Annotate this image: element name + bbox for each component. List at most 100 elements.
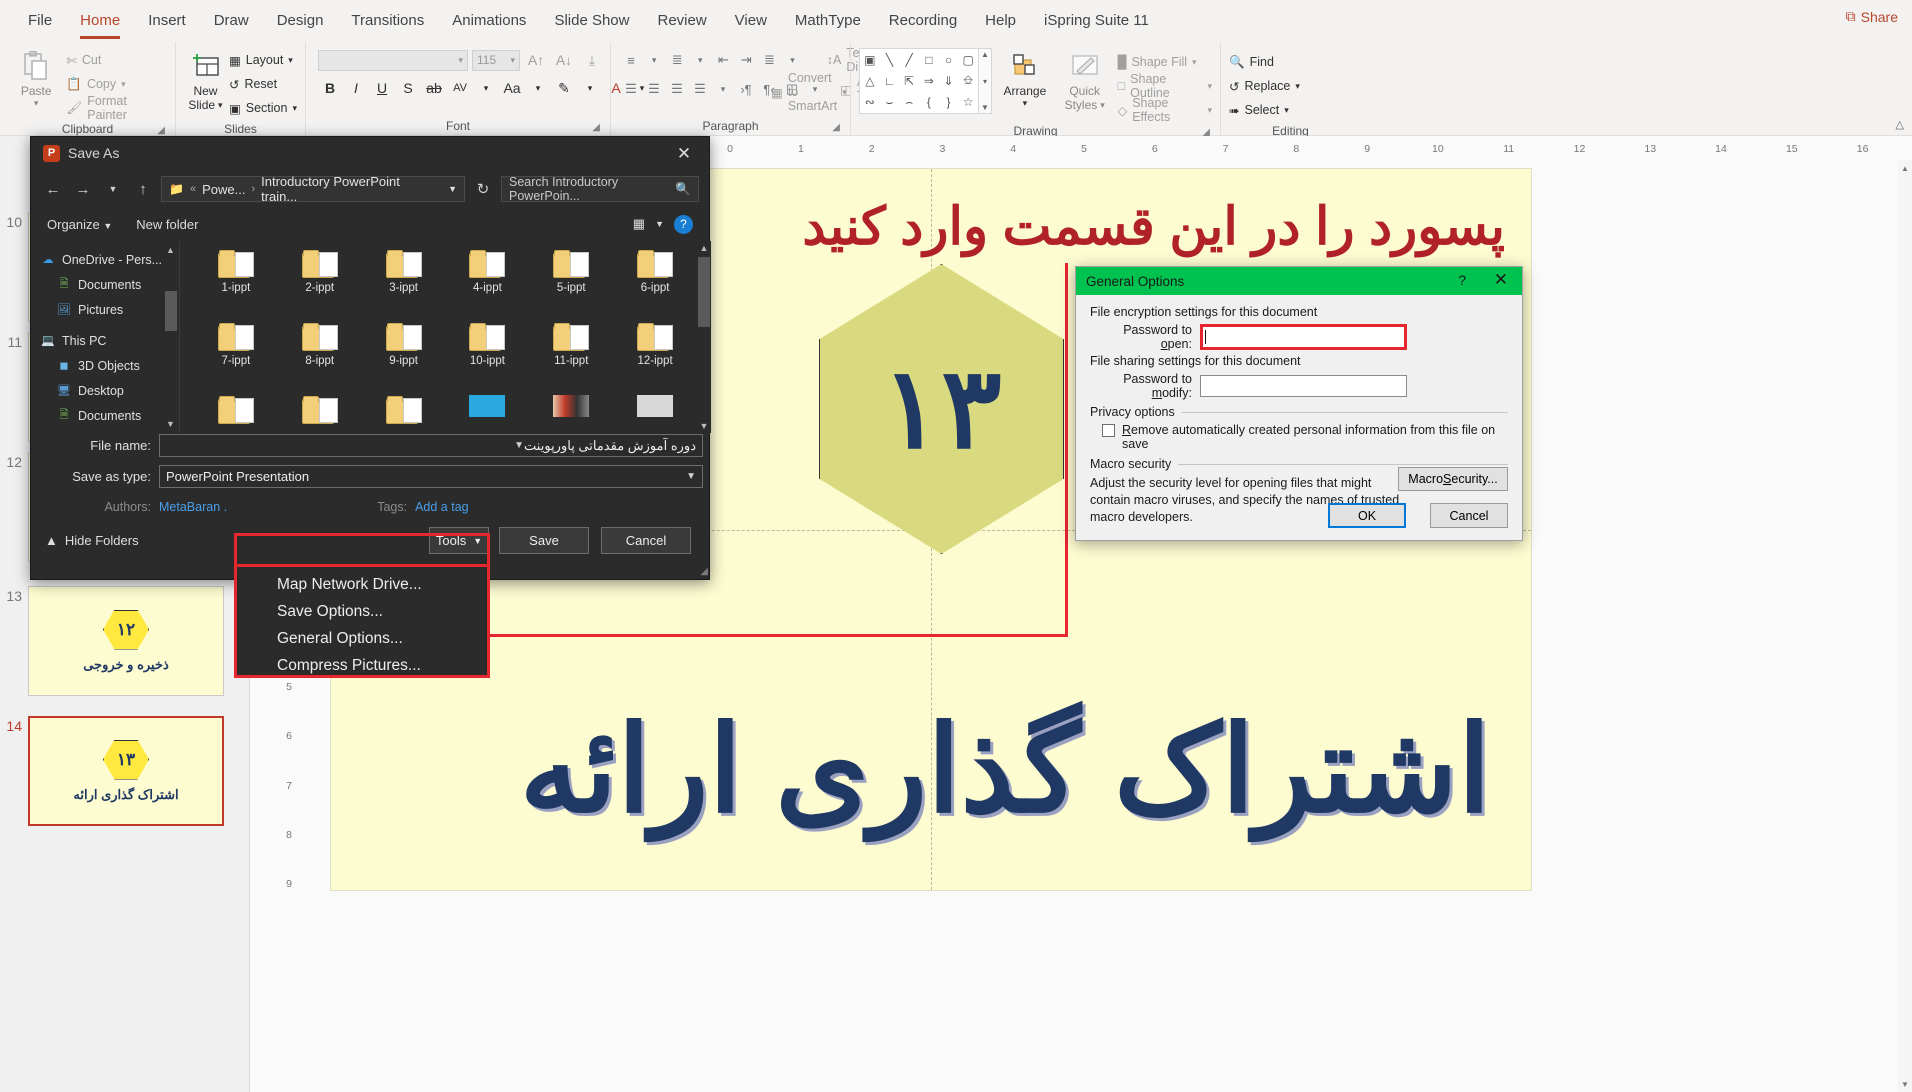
help-icon[interactable]: ?: [674, 214, 693, 234]
justify-button[interactable]: ☰: [690, 78, 710, 100]
tab-transitions[interactable]: Transitions: [337, 0, 438, 42]
scroll-down-icon[interactable]: ▼: [1898, 1076, 1912, 1092]
chevron-down-icon[interactable]: ▼: [448, 184, 457, 194]
file-item[interactable]: 2-ippt: [278, 249, 362, 322]
file-item[interactable]: 3-ippt: [362, 249, 446, 322]
font-size-select[interactable]: 115 ▾: [472, 49, 520, 71]
shape-connector-icon[interactable]: ⇱: [899, 70, 919, 91]
general-options-cancel-button[interactable]: Cancel: [1430, 503, 1508, 528]
tab-ispring-suite[interactable]: iSpring Suite 11: [1030, 0, 1163, 42]
help-icon[interactable]: ?: [1458, 272, 1466, 288]
chevron-down-icon[interactable]: ▾: [474, 76, 498, 100]
menu-item-save-options[interactable]: Save Options...: [237, 598, 487, 625]
chevron-down-icon[interactable]: ▼: [686, 471, 696, 482]
chevron-down-icon[interactable]: ▾: [1207, 81, 1212, 92]
share-button[interactable]: ⧉ Share: [1846, 8, 1898, 25]
file-item[interactable]: [446, 395, 530, 433]
slide-thumb-13[interactable]: 13 ۱۲ ذخیره و خروجی: [4, 586, 224, 696]
reset-button[interactable]: ↺ Reset: [229, 72, 297, 96]
sidebar-item-pictures[interactable]: 🖼 Pictures: [41, 297, 179, 322]
text-shadow-button[interactable]: S: [396, 76, 420, 100]
slide-thumb-14[interactable]: 14 ۱۳ اشتراک گذاری ارائه: [4, 716, 224, 826]
paste-button[interactable]: Paste ▾: [8, 48, 64, 109]
shape-elbow-icon[interactable]: ∟: [880, 70, 900, 91]
breadcrumb-item-2[interactable]: Introductory PowerPoint train...: [261, 174, 436, 204]
tab-draw[interactable]: Draw: [200, 0, 263, 42]
tab-design[interactable]: Design: [263, 0, 338, 42]
chevron-down-icon[interactable]: ▾: [842, 87, 847, 98]
format-painter-button[interactable]: 🖌 Format Painter: [66, 94, 167, 122]
tab-review[interactable]: Review: [643, 0, 720, 42]
select-button[interactable]: ➠ Select ▾: [1229, 98, 1300, 122]
file-list[interactable]: 1-ippt 2-ippt 3-ippt 4-ippt 5-ippt 6-ipp…: [179, 241, 711, 433]
tab-view[interactable]: View: [721, 0, 781, 42]
save-as-dialog[interactable]: P Save As ✕ ← → ▼ ↑ 📁 « Powe... › Introd…: [30, 136, 711, 580]
file-item[interactable]: 5-ippt: [529, 249, 613, 322]
shape-triangle-icon[interactable]: △: [860, 70, 880, 91]
general-options-dialog[interactable]: General Options ? ✕ File encryption sett…: [1075, 266, 1523, 541]
section-button[interactable]: ▣ Section ▾: [229, 96, 297, 120]
shape-outline-button[interactable]: □ Shape Outline ▾: [1118, 72, 1212, 100]
save-as-type-select[interactable]: PowerPoint Presentation ▼: [159, 465, 703, 488]
slide-title-text[interactable]: پسورد را در این قسمت وارد کنید: [802, 197, 1505, 257]
file-item[interactable]: 1-ippt: [194, 249, 278, 322]
menu-item-compress-pictures[interactable]: Compress Pictures...: [237, 652, 487, 679]
hide-folders-button[interactable]: ▲ Hide Folders: [45, 533, 139, 548]
scroll-down-icon[interactable]: ▼: [697, 419, 711, 433]
sidebar-item-documents-pc[interactable]: 🗎 Documents: [41, 403, 179, 428]
forward-icon[interactable]: →: [71, 177, 95, 201]
scroll-up-icon[interactable]: ▲: [697, 241, 711, 255]
scroll-up-icon[interactable]: ▲: [981, 50, 989, 59]
font-dialog-launcher-icon[interactable]: ◢: [592, 119, 600, 137]
italic-button[interactable]: I: [344, 76, 368, 100]
chevron-down-icon[interactable]: ▾: [578, 76, 602, 100]
paragraph-dialog-launcher-icon[interactable]: ◢: [832, 119, 840, 137]
ok-button[interactable]: OK: [1328, 503, 1406, 528]
chevron-down-icon[interactable]: ▾: [782, 49, 802, 71]
text-highlight-color-button[interactable]: ✎: [552, 76, 576, 100]
shape-rightbrace-icon[interactable]: }: [939, 92, 959, 113]
chevron-down-icon[interactable]: ▾: [526, 76, 550, 100]
tab-insert[interactable]: Insert: [134, 0, 200, 42]
remove-personal-info-checkbox-row[interactable]: Remove automatically created personal in…: [1090, 423, 1508, 451]
menu-item-general-options[interactable]: General Options...: [237, 625, 487, 652]
shape-fill-button[interactable]: █ Shape Fill ▾: [1118, 50, 1212, 74]
file-item[interactable]: 6-ippt: [613, 249, 697, 322]
underline-button[interactable]: U: [370, 76, 394, 100]
new-folder-button[interactable]: New folder: [136, 217, 198, 232]
find-button[interactable]: 🔍 Find: [1229, 50, 1300, 74]
arrange-button[interactable]: Arrange ▾: [998, 48, 1052, 109]
file-item[interactable]: 7-ippt: [194, 322, 278, 395]
shape-flowchart-icon[interactable]: ⎒: [958, 70, 978, 91]
slide-thumbnail-selected[interactable]: ۱۳ اشتراک گذاری ارائه: [28, 716, 224, 826]
shapes-more-icon[interactable]: ▼: [981, 103, 989, 112]
scroll-down-icon[interactable]: ▼: [166, 419, 175, 429]
add-tag-link[interactable]: Add a tag: [415, 500, 469, 514]
tools-dropdown-menu[interactable]: Map Network Drive... Save Options... Gen…: [234, 564, 490, 678]
chevron-down-icon[interactable]: ▾: [1100, 100, 1105, 111]
decrease-indent-button[interactable]: ⇤: [713, 49, 733, 71]
character-spacing-button[interactable]: AV: [448, 76, 472, 100]
chevron-down-icon[interactable]: ▾: [218, 100, 223, 111]
tab-help[interactable]: Help: [971, 0, 1030, 42]
refresh-icon[interactable]: ↻: [471, 177, 495, 201]
shape-rectangle-icon[interactable]: □: [919, 49, 939, 70]
breadcrumb-overflow-icon[interactable]: «: [190, 183, 196, 195]
scroll-thumb[interactable]: [165, 291, 177, 331]
bold-button[interactable]: B: [318, 76, 342, 100]
chevron-down-icon[interactable]: ▾: [1284, 105, 1289, 116]
file-item[interactable]: 4-ippt: [446, 249, 530, 322]
chevron-down-icon[interactable]: ▾: [1192, 57, 1197, 68]
file-item[interactable]: 12-ippt: [613, 322, 697, 395]
cut-button[interactable]: ✄ Cut: [66, 48, 167, 72]
font-name-select[interactable]: ▾: [318, 49, 468, 71]
numbering-button[interactable]: ≣: [667, 49, 687, 71]
bullets-button[interactable]: ≡: [621, 49, 641, 71]
slide-body-text[interactable]: اشتراک گذاری ارائه: [520, 710, 1491, 830]
cancel-button[interactable]: Cancel: [601, 527, 691, 554]
back-icon[interactable]: ←: [41, 177, 65, 201]
chevron-down-icon[interactable]: ▾: [34, 98, 39, 109]
shapes-gallery[interactable]: ▣ ╲ ╱ □ ○ ▢ △ ∟ ⇱ ⇒ ⇓ ⎒ ∾ ⌣ ⌢ { } ☆: [859, 48, 979, 114]
decrease-font-size-button[interactable]: A↓: [552, 48, 576, 72]
file-item[interactable]: 8-ippt: [278, 322, 362, 395]
